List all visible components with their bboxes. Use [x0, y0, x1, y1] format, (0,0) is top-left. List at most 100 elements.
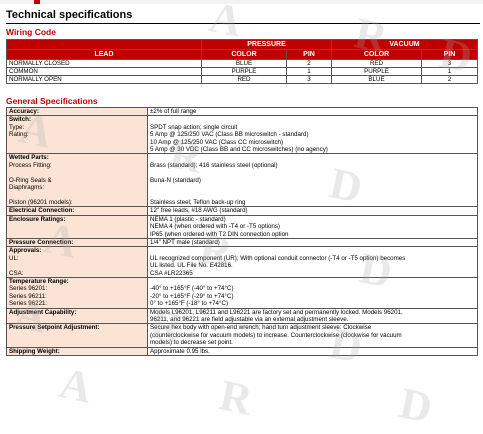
lead-column-header: LEAD [6, 49, 202, 60]
spec-label-cell: Wetted Parts: Process Fitting: O-Ring Sea… [6, 153, 148, 208]
spec-value-cell: Brass (standard); 416 stainless steel (o… [147, 153, 478, 208]
vacuum-pin-header: PIN [421, 49, 478, 60]
spec-value-line: 96211, and 96221 are field adjustable vi… [150, 315, 349, 323]
top-strip [0, 0, 483, 4]
spec-row: Pressure Connection: 1/4" NPT male (stand… [6, 237, 478, 248]
spec-value-cell: NEMA 1 (plastic - standard) NEMA 4 (when … [147, 214, 478, 239]
lead-header-spacer [6, 39, 202, 50]
spec-label-cell: Pressure Connection: [6, 237, 148, 248]
spec-sublabel: UL: [9, 254, 19, 262]
spec-value-line: NEMA 1 (plastic - standard) [150, 215, 226, 223]
spec-value-line: SPDT snap action; single circuit [150, 123, 238, 131]
vacuum-color-header: COLOR [331, 49, 422, 60]
spec-value-cell: Models L96201, L96211 and L96221 are fac… [147, 307, 478, 325]
wiring-value-cell: 3 [421, 59, 478, 68]
spec-sublabel: Diaphragms: [9, 184, 45, 192]
wiring-code-table: PRESSURE VACUUM LEAD COLOR PIN COLOR PIN… [6, 39, 478, 84]
spec-label-cell: Temperature Range: Series 96201: Series 96… [6, 276, 148, 309]
spec-label-cell: Accuracy: [6, 106, 148, 117]
spec-sublabel: Series 96221: [9, 300, 48, 308]
spec-sublabel: Series 96211: [9, 292, 47, 300]
spec-row: Electrical Connection: 12" free leads, #1… [6, 206, 478, 216]
wiring-value-cell: PURPLE [331, 67, 422, 76]
wiring-value-cell: RED [331, 59, 422, 68]
spec-value-line: Brass (standard); 416 stainless steel (o… [150, 161, 278, 169]
spec-value-line: 12" free leads, #18 AWG (standard) [150, 207, 248, 215]
spec-value-line: (counterclockwise for vacuum models) to … [150, 331, 402, 339]
spec-sublabel: Type: [9, 123, 25, 131]
wiring-row: NORMALLY OPEN RED 3 BLUE 2 [6, 75, 478, 84]
watermark-letter: D [395, 378, 437, 433]
wiring-value-cell: 1 [286, 67, 332, 76]
general-specs-heading: General Specifications [6, 96, 98, 106]
wiring-value-cell: 2 [421, 75, 478, 84]
wiring-value-cell: 2 [286, 59, 332, 68]
wiring-value-cell: RED [201, 75, 287, 84]
spec-value-line: Approximate 0.95 lbs. [150, 347, 210, 355]
spec-value-cell: Secure hex body with open-end wrench; ha… [147, 323, 478, 348]
spec-value-line: CSA #LR22365 [150, 269, 193, 277]
spec-value-line: 0° to +165°F (-18° to +74°C) [150, 300, 228, 308]
spec-label-cell: Pressure Setpoint Adjustment: [6, 323, 148, 348]
spec-value-line [150, 184, 475, 191]
spec-label-cell: Approvals: UL: CSA: [6, 246, 148, 278]
watermark-letter: A [55, 358, 97, 413]
spec-label: Temperature Range: [9, 277, 69, 285]
spec-value-cell: 12" free leads, #18 AWG (standard) [147, 206, 478, 216]
wiring-row: COMMON PURPLE 1 PURPLE 1 [6, 67, 478, 76]
spec-label-cell: Shipping Weight: [6, 346, 148, 357]
spec-value-line: models) to decrease set point. [150, 339, 233, 347]
spec-value-line: Buna-N (standard) [150, 176, 201, 184]
spec-label: Approvals: [9, 247, 42, 255]
spec-value-line [150, 191, 475, 198]
wiring-value-cell: BLUE [201, 59, 287, 68]
spec-value-line [150, 169, 475, 176]
spec-row: Accuracy: ±2% of full range [6, 106, 478, 117]
spec-label: Shipping Weight: [9, 347, 60, 355]
spec-sublabel [9, 262, 145, 269]
spec-value-line: IP65 (when ordered with T2 DIN connectio… [150, 230, 289, 238]
spec-label: Electrical Connection: [9, 207, 75, 215]
spec-value-line: 10 Amp @ 125/250 VAC (Class CC microswit… [150, 138, 284, 146]
spec-label: Enclosure Ratings: [9, 215, 66, 223]
spec-value-cell: Approximate 0.95 lbs. [147, 346, 478, 357]
page-title: Technical specifications [6, 9, 133, 21]
spec-value-cell: UL recognized component (UR); With optio… [147, 246, 478, 278]
title-divider [6, 23, 480, 24]
spec-value-line: -20° to +165°F (-29° to +74°C) [150, 292, 234, 300]
spec-value-line: Stainless steel; Teflon back-up ring [150, 198, 246, 206]
spec-value-cell: SPDT snap action; single circuit 5 Amp @ … [147, 115, 478, 155]
spec-value-cell: 1/4" NPT male (standard) [147, 237, 478, 248]
accent-mark [34, 0, 40, 4]
spec-label: Wetted Parts: [9, 154, 49, 162]
spec-row: Enclosure Ratings: NEMA 1 (plastic - stan… [6, 214, 478, 239]
spec-value-line [150, 278, 475, 285]
spec-row: Wetted Parts: Process Fitting: O-Ring Sea… [6, 153, 478, 208]
spec-label-cell: Switch: Type: Rating: [6, 115, 148, 155]
wiring-value-cell: PURPLE [201, 67, 287, 76]
spec-row: Pressure Setpoint Adjustment: Secure hex … [6, 323, 478, 348]
pressure-color-header: COLOR [201, 49, 287, 60]
spec-value-line: ±2% of full range [150, 108, 197, 115]
spec-value-line: 5 Amp @ 30 VDC (Class BB and CC microswi… [150, 146, 328, 154]
pressure-group-header: PRESSURE [201, 39, 332, 50]
spec-value-line [150, 154, 475, 161]
wiring-code-heading: Wiring Code [6, 27, 56, 37]
spec-value-line: -40° to +165°F (-40° to +74°C) [150, 285, 234, 293]
spec-sublabel: Rating: [9, 131, 29, 139]
spec-label: Adjustment Capability: [9, 308, 77, 316]
vacuum-group-header: VACUUM [331, 39, 478, 50]
spec-value-cell: ±2% of full range [147, 106, 478, 117]
spec-label-cell: Enclosure Ratings: [6, 214, 148, 239]
wiring-lead-cell: NORMALLY CLOSED [6, 59, 202, 68]
spec-label: Accuracy: [9, 108, 39, 115]
spec-value-line [150, 247, 475, 254]
spec-label: Pressure Connection: [9, 238, 74, 246]
spec-value-line: NEMA 4 (when ordered with -T4 or -T5 opt… [150, 223, 280, 231]
spec-value-cell: -40° to +165°F (-40° to +74°C) -20° to +1… [147, 276, 478, 309]
wiring-lead-cell: COMMON [6, 67, 202, 76]
spec-label: Pressure Setpoint Adjustment: [9, 324, 100, 332]
spec-sublabel [9, 169, 145, 176]
pressure-pin-header: PIN [286, 49, 332, 60]
wiring-value-cell: 1 [421, 67, 478, 76]
